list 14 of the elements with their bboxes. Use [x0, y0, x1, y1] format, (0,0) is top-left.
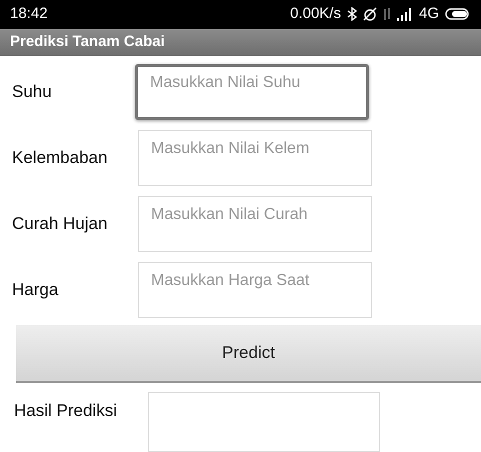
network-speed: 0.00K/s — [290, 4, 341, 24]
signal-icon — [396, 8, 413, 21]
bluetooth-icon — [346, 7, 357, 22]
field-label: Curah Hujan — [11, 213, 108, 236]
field-label: Kelembaban — [11, 147, 108, 170]
field-label: Suhu — [11, 81, 53, 104]
network-type: 4G — [418, 4, 439, 24]
clock-time: 18:42 — [10, 4, 48, 24]
predict-button[interactable]: Predict — [16, 325, 481, 383]
battery-icon — [445, 8, 471, 20]
app-title: Prediksi Tanam Cabai — [10, 32, 165, 52]
input-field[interactable]: Masukkan Nilai Suhu — [135, 64, 369, 120]
field-label: Harga — [11, 279, 60, 302]
result-label: Hasil Prediksi — [13, 400, 118, 422]
